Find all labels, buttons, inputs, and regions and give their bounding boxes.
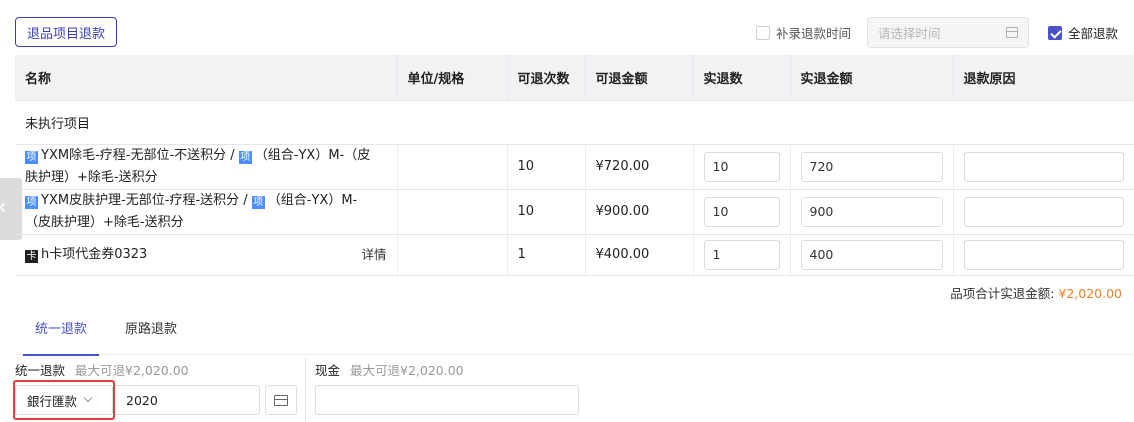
tab-original-route-refund[interactable]: 原路退款 [125, 315, 177, 355]
project-tag-icon: 项 [25, 195, 38, 209]
card-tag-icon: 卡 [25, 249, 38, 263]
col-header-refund-reason: 退款原因 [952, 55, 1134, 100]
item-name-text: YXM皮肤护理-无部位-疗程-送积分 / [41, 192, 252, 208]
cash-hint: 最大可退¥2,020.00 [350, 363, 464, 378]
refund-reason-input[interactable] [963, 239, 1124, 270]
group-label: 未执行项目 [15, 99, 1134, 144]
col-header-actual-qty: 实退数 [692, 55, 790, 100]
item-refundable-amount: ¥720.00 [584, 143, 693, 189]
refund-reason-input[interactable] [963, 196, 1124, 227]
actual-qty-input[interactable]: 1 [703, 239, 780, 270]
col-header-refundable-amount: 可退金额 [584, 55, 693, 100]
supplement-time-label: 补录退款时间 [776, 26, 852, 41]
tab-unified-refund[interactable]: 统一退款 [22, 315, 100, 356]
refund-reason-input[interactable] [963, 151, 1124, 182]
refund-mode-tabs: 统一退款 原路退款 [15, 315, 1134, 356]
toolbar: 退品项目退款 补录退款时间 请选择时间 全部退款 [0, 0, 1134, 55]
all-refund-label: 全部退款 [1068, 26, 1119, 41]
refund-items-table: 名称 单位/规格 可退次数 可退金额 实退数 实退金额 退款原因 未执行项目 项… [15, 55, 1134, 276]
item-name: 详情 卡 h卡项代金券0323 [15, 233, 397, 276]
refund-time-placeholder: 请选择时间 [878, 26, 941, 41]
project-tag-icon: 项 [238, 150, 252, 164]
actual-qty-input[interactable]: 10 [703, 151, 780, 182]
item-refundable-times: 10 [506, 143, 585, 189]
cash-refund-header: 现金 最大可退¥2,020.00 [315, 360, 464, 379]
col-header-refundable-times: 可退次数 [506, 55, 585, 100]
col-header-unit: 单位/规格 [396, 55, 507, 100]
item-refundable-times: 10 [506, 188, 585, 234]
col-header-name: 名称 [15, 55, 397, 100]
return-items-refund-button[interactable]: 退品项目退款 [15, 17, 117, 47]
calendar-icon [1006, 27, 1018, 38]
supplement-time-checkbox[interactable] [756, 25, 770, 40]
item-refundable-amount: ¥900.00 [584, 188, 693, 234]
project-tag-icon: 项 [25, 150, 38, 164]
detail-link[interactable]: 详情 [361, 244, 386, 266]
project-tag-icon: 项 [251, 195, 265, 209]
table-row: 详情 卡 h卡项代金券0323 1 ¥400.00 1 400 [15, 233, 1134, 276]
actual-amount-input[interactable]: 400 [800, 239, 943, 270]
item-unit [396, 233, 507, 276]
col-header-actual-amount: 实退金额 [789, 55, 953, 100]
all-refund-checkbox[interactable] [1048, 25, 1062, 40]
item-unit [396, 143, 507, 189]
item-refundable-amount: ¥400.00 [584, 233, 693, 276]
item-name-text: YXM除毛-疗程-无部位-不送积分 / [41, 147, 239, 163]
table-row: 项 YXM除毛-疗程-无部位-不送积分 / 项（组合-YX）M-（皮 肤护理）+除… [15, 143, 1134, 189]
item-name: 项 YXM皮肤护理-无部位-疗程-送积分 / 项（组合-YX）M- （皮肤护理）+… [15, 188, 397, 234]
card-icon [274, 394, 288, 406]
table-row: 项 YXM皮肤护理-无部位-疗程-送积分 / 项（组合-YX）M- （皮肤护理）+… [15, 188, 1134, 234]
unified-refund-hint: 最大可退¥2,020.00 [75, 363, 189, 378]
supplement-time-toggle[interactable]: 补录退款时间 [756, 23, 851, 42]
total-refund-label: 品项合计实退金额: [950, 286, 1059, 301]
actual-amount-input[interactable]: 720 [800, 151, 943, 182]
actual-amount-input[interactable]: 900 [800, 196, 943, 227]
item-name: 项 YXM除毛-疗程-无部位-不送积分 / 项（组合-YX）M-（皮 肤护理）+除… [15, 143, 397, 189]
refund-amount-value: 2020 [126, 392, 158, 408]
all-refund-toggle[interactable]: 全部退款 [1048, 23, 1118, 42]
item-name-text: （组合-YX）M-（皮 [254, 147, 371, 163]
item-name-text: （皮肤护理）+除毛-送积分 [25, 214, 184, 230]
payment-divider [305, 357, 306, 422]
item-name-text: （组合-YX）M- [267, 192, 358, 208]
cash-label: 现金 [315, 363, 341, 378]
item-unit [396, 188, 507, 234]
total-refund-summary: 品项合计实退金额: ¥2,020.00 [950, 283, 1122, 302]
item-name-text: h卡项代金券0323 [41, 246, 148, 262]
table-header: 名称 单位/规格 可退次数 可退金额 实退数 实退金额 退款原因 [15, 55, 1134, 100]
unified-refund-label: 统一退款 [15, 363, 66, 378]
unified-refund-header: 统一退款 最大可退¥2,020.00 [15, 360, 189, 379]
group-row: 未执行项目 [15, 99, 1134, 144]
card-button[interactable] [265, 385, 297, 415]
refund-amount-input[interactable]: 2020 [113, 385, 260, 415]
item-name-text: 肤护理）+除毛-送积分 [25, 169, 158, 185]
total-refund-value: ¥2,020.00 [1058, 286, 1122, 301]
highlight-frame [13, 380, 115, 420]
cash-amount-input[interactable] [315, 385, 579, 415]
actual-qty-input[interactable]: 10 [703, 196, 780, 227]
item-refundable-times: 1 [506, 233, 585, 276]
refund-time-input[interactable]: 请选择时间 [867, 17, 1029, 48]
